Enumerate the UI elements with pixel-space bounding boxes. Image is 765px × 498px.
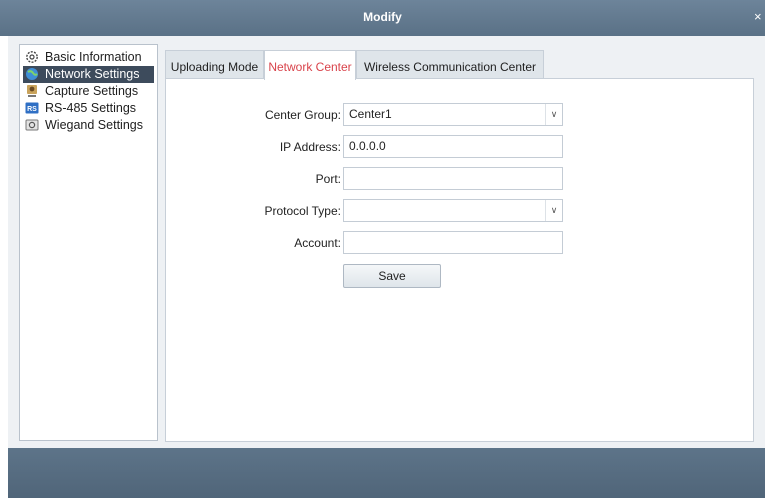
account-input[interactable]: [343, 231, 563, 254]
tab-bar: Uploading Mode Network Center Wireless C…: [165, 50, 754, 80]
save-button[interactable]: Save: [343, 264, 441, 288]
network-globe-icon: [26, 68, 38, 80]
sidebar-item-label: Network Settings: [45, 67, 140, 81]
settings-sidebar: Basic Information Network Settings Captu…: [19, 44, 158, 441]
ip-address-input[interactable]: 0.0.0.0: [343, 135, 563, 158]
sidebar-item-basic-information[interactable]: Basic Information: [23, 49, 154, 66]
tab-uploading-mode[interactable]: Uploading Mode: [165, 50, 264, 79]
camera-icon: [27, 85, 37, 97]
chevron-down-icon[interactable]: ∨: [545, 104, 562, 125]
port-label: Port:: [315, 172, 341, 186]
tab-network-center[interactable]: Network Center: [264, 50, 356, 80]
port-input[interactable]: [343, 167, 563, 190]
network-center-panel: Center Group: Center1 ∨ IP Address: 0.0.…: [165, 78, 754, 442]
protocol-type-select[interactable]: ∨: [343, 199, 563, 222]
title-bar: Modify ×: [0, 0, 765, 36]
sidebar-item-rs485-settings[interactable]: RS RS-485 Settings: [23, 100, 154, 117]
chevron-down-icon[interactable]: ∨: [545, 200, 562, 221]
center-group-select[interactable]: Center1 ∨: [343, 103, 563, 126]
tab-wireless-communication-center[interactable]: Wireless Communication Center: [356, 50, 544, 79]
rs-icon: RS: [25, 102, 39, 114]
sidebar-item-wiegand-settings[interactable]: Wiegand Settings: [23, 117, 154, 134]
dialog-body: Basic Information Network Settings Captu…: [8, 36, 765, 448]
close-icon[interactable]: ×: [754, 9, 764, 25]
footer-bar: [8, 448, 765, 498]
window-title: Modify: [363, 10, 402, 24]
sidebar-item-label: Wiegand Settings: [45, 118, 143, 132]
center-group-label: Center Group:: [264, 108, 341, 122]
svg-text:RS: RS: [27, 106, 37, 113]
sidebar-item-capture-settings[interactable]: Capture Settings: [23, 83, 154, 100]
center-group-value: Center1: [349, 107, 392, 121]
account-label: Account:: [294, 236, 341, 250]
sidebar-item-network-settings[interactable]: Network Settings: [23, 66, 154, 83]
wiegand-icon: [25, 119, 39, 131]
sidebar-item-label: RS-485 Settings: [45, 101, 137, 115]
gear-icon: [26, 51, 38, 63]
sidebar-item-label: Capture Settings: [45, 84, 139, 98]
sidebar-item-label: Basic Information: [45, 50, 142, 64]
protocol-type-label: Protocol Type:: [264, 204, 342, 218]
ip-address-label: IP Address:: [279, 140, 341, 154]
